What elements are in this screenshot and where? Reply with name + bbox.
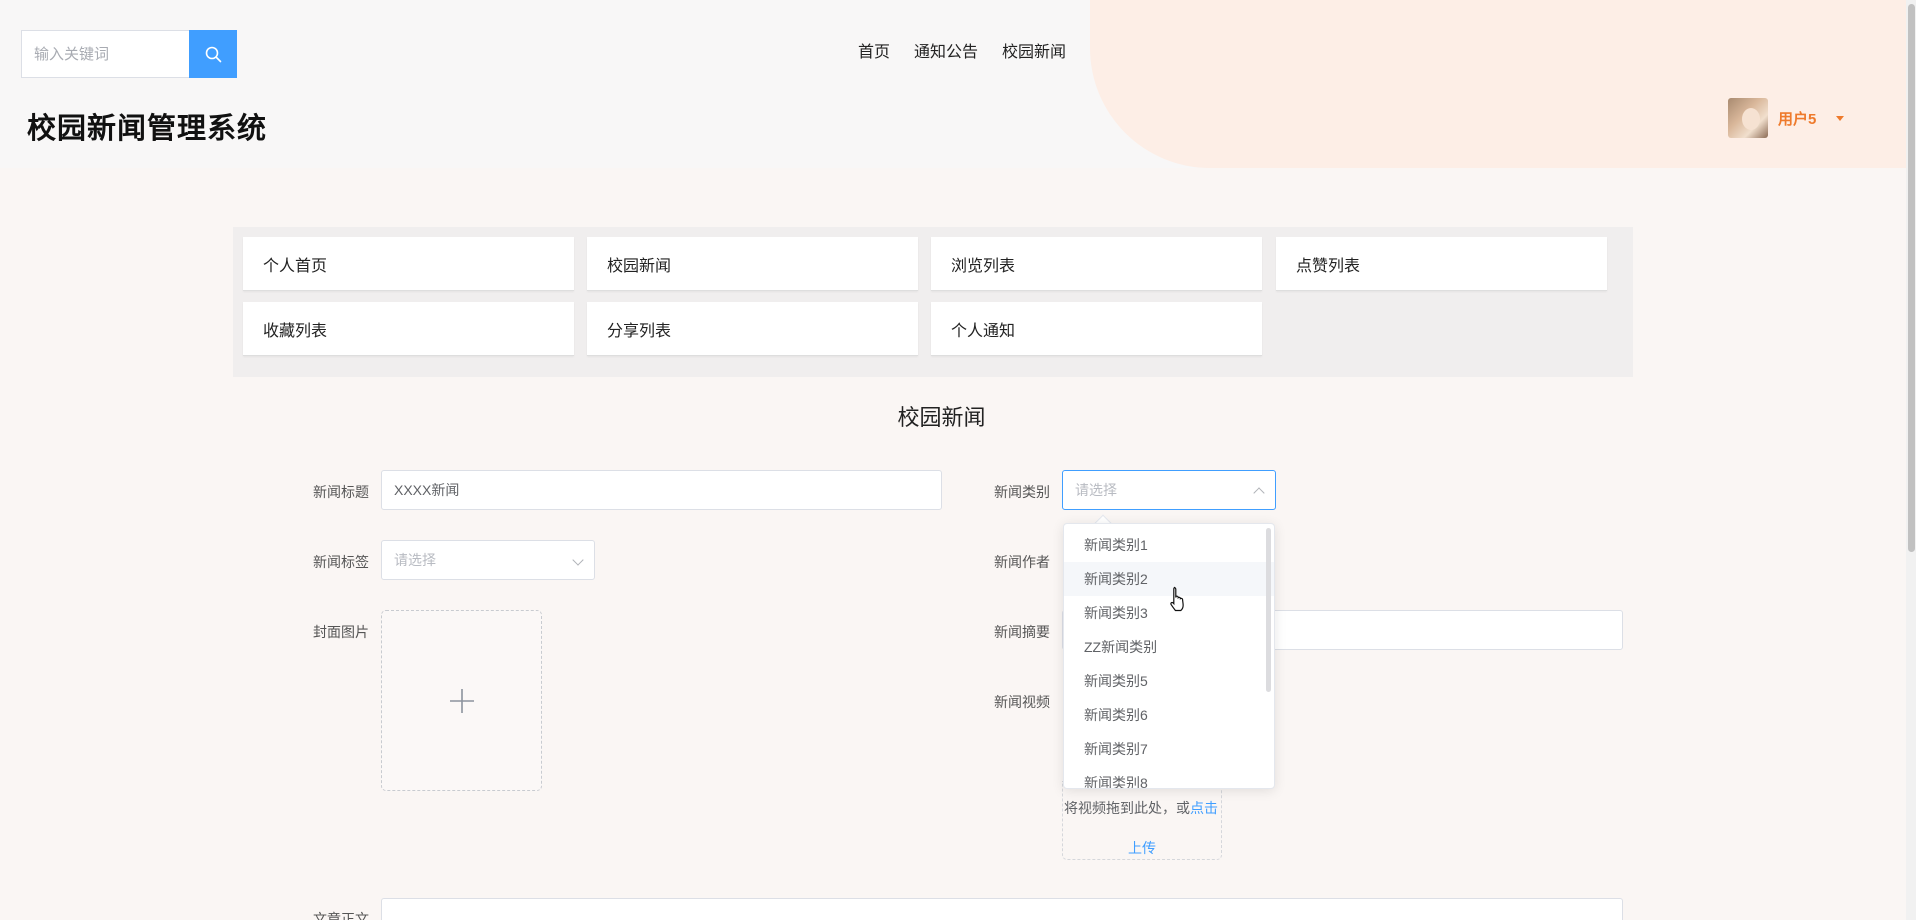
news-category-placeholder: 请选择 <box>1075 482 1117 498</box>
menu-item-profile-home[interactable]: 个人首页 <box>243 237 574 291</box>
app-title: 校园新闻管理系统 <box>27 113 268 145</box>
search-button[interactable] <box>189 30 237 78</box>
chevron-down-icon <box>572 554 584 566</box>
search-bar <box>21 30 237 78</box>
menu-item-label: 校园新闻 <box>607 257 672 275</box>
news-tag-label: 新闻标签 <box>313 554 369 570</box>
news-video-label: 新闻视频 <box>994 694 1050 710</box>
category-option[interactable]: ZZ新闻类别 <box>1064 630 1274 664</box>
section-title: 校园新闻 <box>897 405 986 430</box>
header: 首页 通知公告 校园新闻 校园新闻管理系统 用户5 <box>0 0 1916 168</box>
cover-image-upload[interactable] <box>381 610 542 791</box>
header-decoration <box>1090 0 1916 168</box>
category-option[interactable]: 新闻类别1 <box>1064 528 1274 562</box>
menu-item-label: 个人首页 <box>263 257 328 275</box>
category-option[interactable]: 新闻类别7 <box>1064 732 1274 766</box>
plus-icon <box>449 688 474 713</box>
news-summary-label: 新闻摘要 <box>994 624 1050 640</box>
news-title-label: 新闻标题 <box>313 484 369 500</box>
news-category-label: 新闻类别 <box>994 484 1050 500</box>
caret-down-icon[interactable] <box>1836 115 1845 121</box>
news-title-input[interactable]: XXXX新闻 <box>381 470 942 510</box>
menu-item-personal-notices[interactable]: 个人通知 <box>931 302 1262 356</box>
menu-item-label: 浏览列表 <box>951 257 1016 275</box>
category-option[interactable]: 新闻类别6 <box>1064 698 1274 732</box>
video-drag-text: 将视频拖到此处，或 <box>1064 800 1190 816</box>
menu-item-campus-news[interactable]: 校园新闻 <box>587 237 918 291</box>
menu-item-label: 个人通知 <box>951 322 1016 340</box>
menu-item-label: 分享列表 <box>607 322 672 340</box>
user-menu[interactable]: 用户5 <box>1728 98 1845 138</box>
search-input[interactable] <box>21 30 189 78</box>
menu-item-like-list[interactable]: 点赞列表 <box>1276 237 1607 291</box>
menu-item-browse-list[interactable]: 浏览列表 <box>931 237 1262 291</box>
nav-notices[interactable]: 通知公告 <box>914 38 978 62</box>
news-category-select[interactable]: 请选择 <box>1062 470 1276 510</box>
menu-item-favorite-list[interactable]: 收藏列表 <box>243 302 574 356</box>
article-body-editor[interactable] <box>381 898 1623 920</box>
video-upload-hint: 将视频拖到此处，或点击 <box>1064 798 1218 818</box>
category-option[interactable]: 新闻类别5 <box>1064 664 1274 698</box>
article-body-label: 文章正文 <box>313 911 369 920</box>
video-click-link[interactable]: 点击 <box>1190 800 1218 816</box>
nav-campus-news[interactable]: 校园新闻 <box>1002 38 1066 62</box>
user-name[interactable]: 用户5 <box>1778 108 1816 129</box>
hand-pointer-icon <box>1170 586 1184 612</box>
news-title-value: XXXX新闻 <box>394 482 460 498</box>
cover-image-label: 封面图片 <box>313 624 369 640</box>
page-scrollbar-thumb[interactable] <box>1908 4 1915 552</box>
menu-panel: 个人首页 校园新闻 浏览列表 点赞列表 收藏列表 分享列表 个人通知 <box>233 227 1633 377</box>
category-option[interactable]: 新闻类别8 <box>1064 766 1274 788</box>
nav-home[interactable]: 首页 <box>858 38 890 62</box>
avatar[interactable] <box>1728 98 1768 138</box>
menu-item-label: 收藏列表 <box>263 322 328 340</box>
news-tag-select[interactable]: 请选择 <box>381 540 595 580</box>
menu-item-share-list[interactable]: 分享列表 <box>587 302 918 356</box>
news-tag-placeholder: 请选择 <box>394 552 436 568</box>
dropdown-scrollbar[interactable] <box>1266 528 1271 692</box>
chevron-up-icon <box>1253 487 1265 499</box>
news-author-label: 新闻作者 <box>994 554 1050 570</box>
video-upload-link[interactable]: 上传 <box>1128 838 1156 858</box>
menu-item-label: 点赞列表 <box>1296 257 1361 275</box>
search-icon <box>205 46 221 62</box>
top-nav: 首页 通知公告 校园新闻 <box>858 38 1066 62</box>
category-dropdown: 新闻类别1 新闻类别2 新闻类别3 ZZ新闻类别 新闻类别5 新闻类别6 新闻类… <box>1063 523 1275 789</box>
